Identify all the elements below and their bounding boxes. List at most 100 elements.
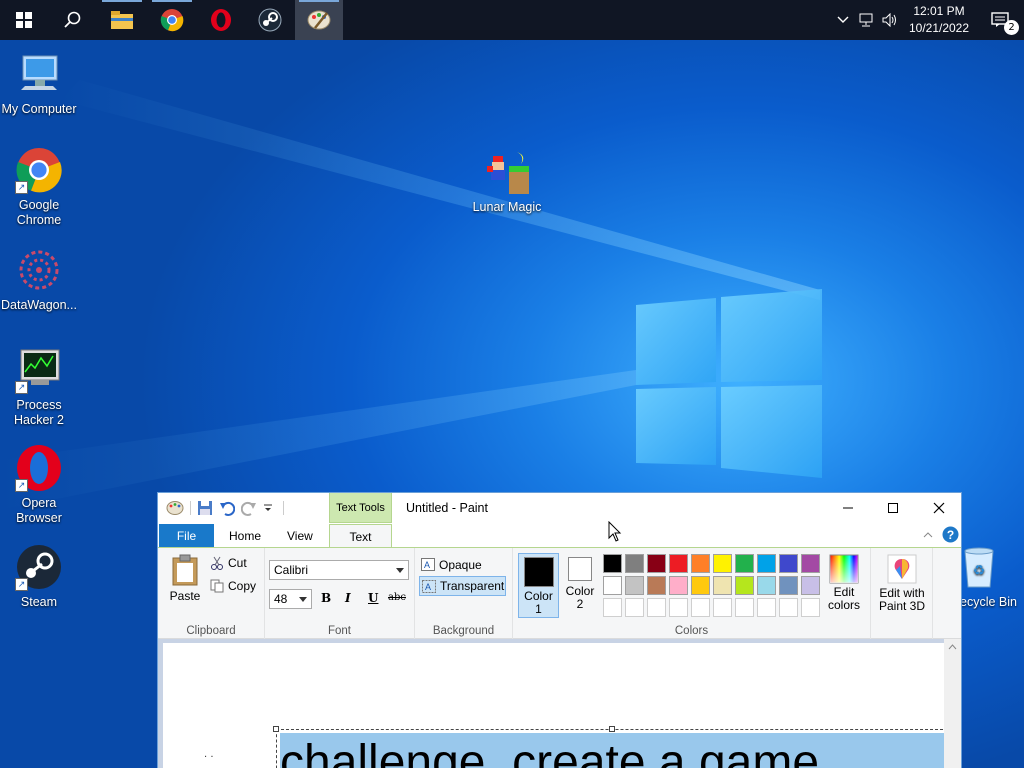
underline-button[interactable]: U	[368, 591, 378, 605]
taskbar-opera[interactable]	[197, 0, 245, 40]
network-button[interactable]	[854, 13, 878, 27]
text-selection[interactable]: challenge, create a game	[280, 733, 944, 768]
taskbar-steam[interactable]	[246, 0, 294, 40]
palette-swatch[interactable]	[603, 554, 622, 573]
palette-swatch[interactable]	[647, 576, 666, 595]
undo-icon[interactable]	[219, 500, 235, 516]
custom-color-slot[interactable]	[669, 598, 688, 617]
color1-button[interactable]: Color 1	[518, 553, 559, 618]
qat-separator	[283, 501, 284, 515]
desktop-icon-google-chrome[interactable]: ↗ Google Chrome	[0, 146, 79, 228]
copy-button[interactable]: Copy	[210, 579, 256, 593]
taskbar-paint[interactable]	[295, 0, 343, 40]
shortcut-arrow-icon: ↗	[15, 479, 28, 492]
resize-handle-top-left[interactable]	[273, 726, 279, 732]
custom-color-slot[interactable]	[735, 598, 754, 617]
paint-app-icon[interactable]	[166, 500, 184, 516]
palette-swatch[interactable]	[757, 554, 776, 573]
palette-swatch[interactable]	[735, 576, 754, 595]
palette-swatch[interactable]	[801, 554, 820, 573]
custom-color-slot[interactable]	[801, 598, 820, 617]
tab-text[interactable]: Text	[329, 524, 392, 548]
palette-swatch[interactable]	[801, 576, 820, 595]
tab-view[interactable]: View	[273, 524, 327, 547]
cut-button[interactable]: Cut	[210, 556, 247, 570]
maximize-button[interactable]	[870, 493, 916, 523]
desktop-icon-my-computer[interactable]: My Computer	[0, 50, 79, 117]
customize-qat-icon[interactable]	[263, 503, 273, 513]
custom-color-slot[interactable]	[713, 598, 732, 617]
palette-swatch[interactable]	[713, 554, 732, 573]
help-icon[interactable]: ?	[942, 526, 959, 543]
volume-button[interactable]	[878, 13, 902, 27]
desktop-icon-label: Opera Browser	[16, 496, 62, 525]
resize-handle-top[interactable]	[609, 726, 615, 732]
drawing-canvas[interactable]: . . challenge, create a game	[163, 643, 951, 768]
palette-swatch[interactable]	[669, 576, 688, 595]
minimize-button[interactable]	[825, 493, 871, 523]
taskbar-chrome[interactable]	[148, 0, 196, 40]
desktop-icon-process-hacker[interactable]: ↗ Process Hacker 2	[0, 346, 79, 428]
palette-swatch[interactable]	[625, 576, 644, 595]
custom-color-slot[interactable]	[779, 598, 798, 617]
palette-swatch[interactable]	[691, 576, 710, 595]
palette-swatch[interactable]	[713, 576, 732, 595]
start-button[interactable]	[0, 0, 48, 40]
clock[interactable]: 12:01 PM 10/21/2022	[902, 3, 976, 37]
palette-swatch[interactable]	[735, 554, 754, 573]
palette-swatch[interactable]	[603, 576, 622, 595]
desktop-icon-opera[interactable]: ↗ Opera Browser	[0, 444, 79, 526]
custom-color-slot[interactable]	[757, 598, 776, 617]
font-size-select[interactable]: 48	[269, 589, 312, 609]
custom-color-slot[interactable]	[625, 598, 644, 617]
cut-label: Cut	[228, 556, 247, 570]
background-group: A Opaque A Transparent Background	[415, 548, 513, 640]
vertical-scrollbar[interactable]	[944, 639, 961, 768]
palette-swatch[interactable]	[669, 554, 688, 573]
color2-label: Color 2	[565, 584, 595, 611]
font-family-select[interactable]: Calibri	[269, 560, 409, 580]
show-hidden-icons-button[interactable]	[832, 16, 854, 24]
palette-swatch[interactable]	[647, 554, 666, 573]
ribbon-tabs: File Home View Text ?	[158, 523, 961, 548]
tab-file[interactable]: File	[159, 524, 214, 547]
palette-swatch[interactable]	[625, 554, 644, 573]
save-icon[interactable]	[197, 500, 213, 516]
tab-home[interactable]: Home	[215, 524, 275, 547]
paste-button[interactable]: Paste	[168, 554, 202, 603]
custom-color-slot[interactable]	[603, 598, 622, 617]
close-button[interactable]	[916, 493, 961, 523]
edit-with-paint3d-button[interactable]: Edit with Paint 3D	[873, 554, 931, 613]
italic-button[interactable]: I	[345, 591, 351, 605]
desktop-icon-lunar-magic[interactable]: Lunar Magic	[467, 148, 547, 215]
desktop-icon-steam[interactable]: ↗ Steam	[0, 543, 79, 610]
palette-swatch[interactable]	[757, 576, 776, 595]
palette-swatch[interactable]	[779, 554, 798, 573]
clock-time: 12:01 PM	[913, 4, 965, 18]
qat-separator	[190, 501, 191, 515]
svg-text:A: A	[425, 582, 431, 592]
text-box[interactable]: challenge, create a game	[276, 729, 948, 768]
clipboard-group: Paste Cut Copy Clipboard	[158, 548, 265, 640]
color2-button[interactable]: Color 2	[562, 557, 598, 617]
minimize-ribbon-icon[interactable]	[923, 531, 933, 539]
scroll-up-arrow-icon[interactable]	[948, 644, 957, 650]
custom-color-slot[interactable]	[647, 598, 666, 617]
desktop-icon-datawagon[interactable]: DataWagon...	[0, 246, 79, 313]
search-button[interactable]	[48, 0, 96, 40]
palette-swatch[interactable]	[691, 554, 710, 573]
opaque-button[interactable]: A Opaque	[419, 555, 507, 574]
edit-colors-button[interactable]: Edit colors	[823, 554, 865, 612]
redo-icon[interactable]	[241, 500, 257, 516]
transparent-button[interactable]: A Transparent	[419, 576, 506, 596]
color1-label: Color 1	[524, 589, 553, 616]
ribbon: Paste Cut Copy Clipboard Calibri 48 B I …	[158, 547, 961, 640]
bold-button[interactable]: B	[321, 591, 331, 605]
taskbar-file-explorer[interactable]	[98, 0, 146, 40]
custom-color-slot[interactable]	[691, 598, 710, 617]
palette-swatch[interactable]	[779, 576, 798, 595]
action-center-button[interactable]: 2	[976, 0, 1024, 40]
desktop-icon-label: Steam	[20, 595, 58, 609]
text-tools-context-label: Text Tools	[329, 493, 392, 523]
strikethrough-button[interactable]: abc	[388, 592, 406, 603]
